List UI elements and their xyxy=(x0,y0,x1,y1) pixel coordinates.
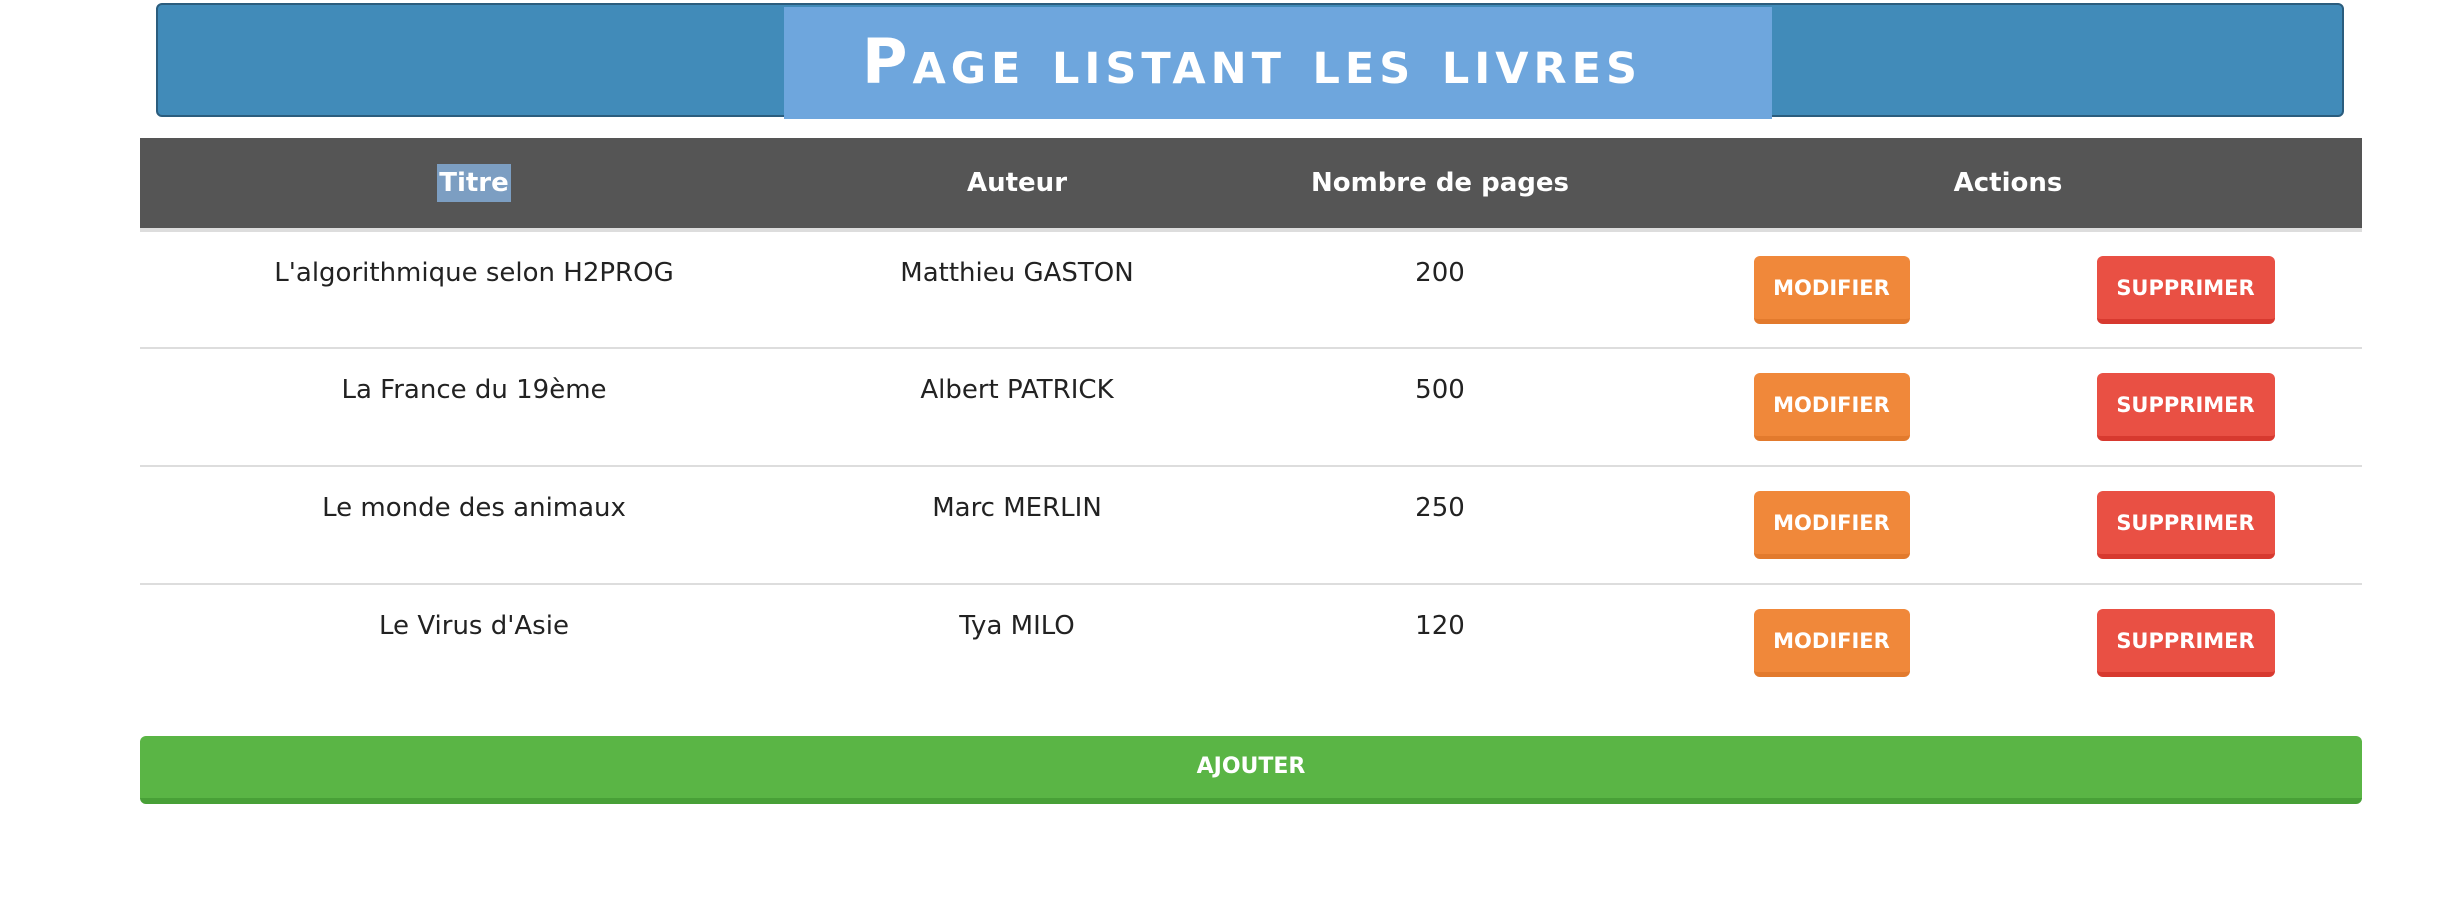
delete-cell: Supprimer xyxy=(2009,466,2362,584)
edit-cell: Modifier xyxy=(1654,584,2009,702)
table-row: Le monde des animaux Marc MERLIN 250 Mod… xyxy=(140,466,2363,584)
table-row: Le Virus d'Asie Tya MILO 120 Modifier Su… xyxy=(140,584,2362,702)
edit-button[interactable]: Modifier xyxy=(1753,609,1910,677)
edit-cell: Modifier xyxy=(1654,230,2009,348)
book-author: Tya MILO xyxy=(959,611,1075,641)
header-author: Auteur xyxy=(966,168,1068,198)
delete-button[interactable]: Supprimer xyxy=(2096,256,2275,324)
delete-button[interactable]: Supprimer xyxy=(2096,609,2275,677)
book-title: Le Virus d'Asie xyxy=(379,611,569,641)
edit-button[interactable]: Modifier xyxy=(1753,256,1910,324)
header-actions: Actions xyxy=(1953,168,2063,198)
book-author: Marc MERLIN xyxy=(932,493,1102,523)
book-author: Matthieu GASTON xyxy=(900,258,1134,288)
book-author: Albert PATRICK xyxy=(920,375,1114,405)
table-header-row: Titre Auteur Nombre de pages Actions xyxy=(140,138,2363,230)
book-title: La France du 19ème xyxy=(341,375,607,405)
delete-cell: Supprimer xyxy=(2009,584,2362,702)
page-title: Page listant les livres xyxy=(862,25,1642,98)
header-title-label: Titre xyxy=(437,164,511,202)
book-title: L'algorithmique selon H2PROG xyxy=(274,258,674,288)
books-table: Titre Auteur Nombre de pages Actions L'a… xyxy=(140,138,2363,702)
table-row: L'algorithmique selon H2PROG Matthieu GA… xyxy=(140,230,2363,348)
book-pages: 120 xyxy=(1415,611,1465,641)
add-book-button[interactable]: Ajouter xyxy=(140,736,2362,804)
book-pages: 200 xyxy=(1415,258,1465,288)
header-pages: Nombre de pages xyxy=(1310,168,1569,198)
book-pages: 250 xyxy=(1415,493,1465,523)
header-title: Titre xyxy=(140,138,808,230)
book-pages: 500 xyxy=(1415,375,1465,405)
book-title: Le monde des animaux xyxy=(322,493,626,523)
edit-cell: Modifier xyxy=(1654,466,2009,584)
delete-button[interactable]: Supprimer xyxy=(2096,491,2275,559)
delete-button[interactable]: Supprimer xyxy=(2096,373,2275,441)
delete-cell: Supprimer xyxy=(2009,230,2362,348)
edit-button[interactable]: Modifier xyxy=(1753,491,1910,559)
delete-cell: Supprimer xyxy=(2009,348,2362,466)
edit-cell: Modifier xyxy=(1654,348,2009,466)
edit-button[interactable]: Modifier xyxy=(1753,373,1910,441)
page-banner: Page listant les livres xyxy=(156,3,2344,119)
table-row: La France du 19ème Albert PATRICK 500 Mo… xyxy=(140,348,2363,466)
